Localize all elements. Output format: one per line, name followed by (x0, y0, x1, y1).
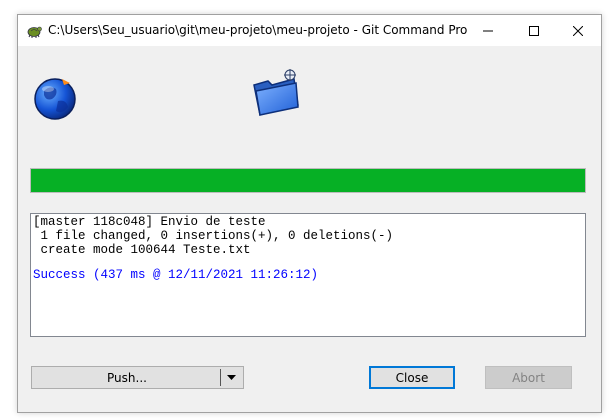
close-button[interactable]: Close (369, 366, 455, 389)
push-button[interactable]: Push... (32, 367, 222, 388)
minimize-icon (483, 30, 493, 31)
abort-button[interactable]: Abort (485, 366, 572, 389)
git-progress-window: C:\Users\Seu_usuario\git\meu-projeto\meu… (17, 14, 602, 413)
folder-icon (253, 69, 299, 116)
window-title: C:\Users\Seu_usuario\git\meu-projeto\meu… (48, 23, 468, 37)
close-icon (573, 25, 583, 36)
close-button-label: Close (395, 370, 429, 385)
push-split-button[interactable]: Push... (31, 366, 244, 389)
title-bar[interactable]: C:\Users\Seu_usuario\git\meu-projeto\meu… (18, 15, 601, 46)
maximize-icon (529, 25, 539, 36)
globe-icon (34, 78, 76, 120)
log-line: create mode 100644 Teste.txt (33, 243, 251, 257)
close-window-button[interactable] (555, 15, 601, 46)
push-button-label: Push... (107, 370, 147, 385)
chevron-down-icon (226, 374, 236, 380)
push-dropdown-button[interactable] (221, 367, 241, 388)
progress-fill (31, 169, 585, 192)
abort-button-label: Abort (512, 370, 545, 385)
output-log[interactable]: [master 118c048] Envio de teste 1 file c… (30, 213, 586, 337)
progress-bar (30, 168, 586, 193)
log-line: 1 file changed, 0 insertions(+), 0 delet… (33, 229, 394, 243)
success-message: Success (437 ms @ 12/11/2021 11:26:12) (33, 268, 319, 282)
tortoisegit-icon (27, 26, 42, 38)
log-line: [master 118c048] Envio de teste (33, 215, 266, 229)
maximize-button[interactable] (511, 15, 557, 46)
minimize-button[interactable] (465, 15, 511, 46)
